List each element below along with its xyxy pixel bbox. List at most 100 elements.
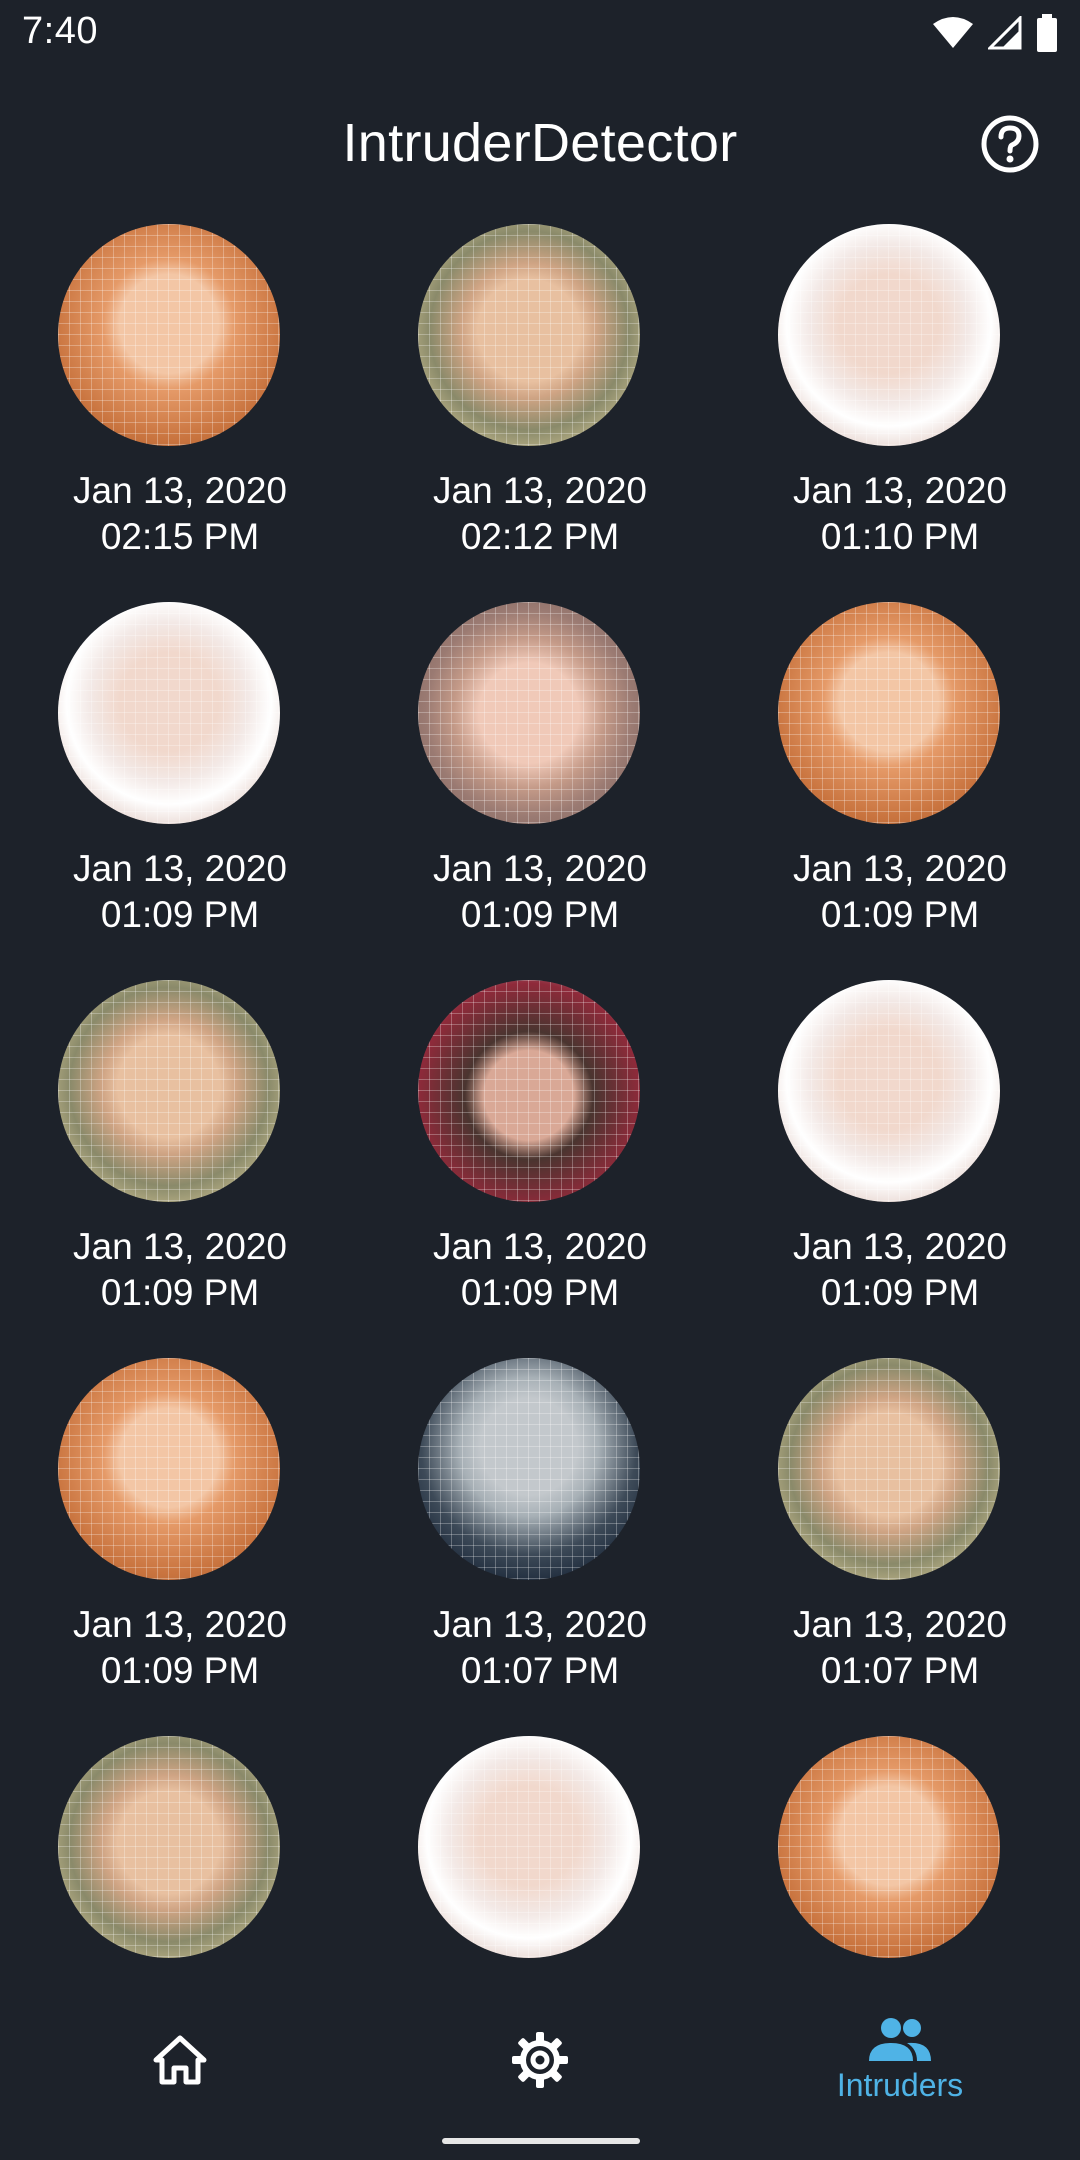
intruder-item[interactable] [0, 1734, 360, 1977]
pixelation-overlay [418, 980, 640, 1202]
intruder-date: Jan 13, 2020 [793, 470, 1007, 511]
intruder-timestamp: Jan 13, 2020 01:09 PM [0, 1224, 360, 1316]
pixelation-overlay [58, 980, 280, 1202]
intruder-date: Jan 13, 2020 [433, 848, 647, 889]
pixelation-overlay [418, 224, 640, 446]
intruder-photo[interactable] [418, 224, 640, 446]
pixelation-overlay [418, 1736, 640, 1958]
intruder-timestamp: Jan 13, 2020 01:09 PM [360, 1224, 720, 1316]
intruder-photo[interactable] [58, 1736, 280, 1958]
intruder-timestamp: Jan 13, 2020 01:09 PM [0, 846, 360, 938]
intruder-timestamp: Jan 13, 2020 01:07 PM [720, 1602, 1080, 1694]
help-circle-icon[interactable] [980, 114, 1040, 174]
pixelation-overlay [778, 980, 1000, 1202]
intruder-date: Jan 13, 2020 [73, 848, 287, 889]
wifi-icon [933, 17, 973, 48]
intruder-time: 01:09 PM [460, 894, 620, 935]
nav-intruders[interactable]: Intruders [720, 1980, 1080, 2140]
intruder-time: 01:09 PM [100, 1650, 260, 1691]
pixelation-overlay [58, 602, 280, 824]
intruder-time: 01:09 PM [820, 1272, 980, 1313]
battery-icon [1037, 14, 1057, 52]
intruder-timestamp: Jan 13, 2020 01:10 PM [720, 468, 1080, 560]
intruder-photo[interactable] [418, 1736, 640, 1958]
pixelation-overlay [418, 1358, 640, 1580]
pixelation-overlay [778, 224, 1000, 446]
intruder-date: Jan 13, 2020 [433, 1604, 647, 1645]
intruder-timestamp: Jan 13, 2020 01:07 PM [360, 1602, 720, 1694]
intruder-photo[interactable] [58, 602, 280, 824]
gear-icon [512, 2032, 568, 2088]
gesture-home-indicator[interactable] [442, 2138, 640, 2144]
intruder-timestamp: Jan 13, 2020 01:09 PM [0, 1602, 360, 1694]
nav-home[interactable] [0, 1980, 360, 2140]
intruder-item[interactable] [720, 1734, 1080, 1977]
pixelation-overlay [418, 602, 640, 824]
intruder-time: 02:12 PM [460, 516, 620, 557]
pixelation-overlay [778, 1358, 1000, 1580]
intruder-item[interactable]: Jan 13, 2020 02:12 PM [360, 222, 720, 602]
pixelation-overlay [778, 602, 1000, 824]
intruder-date: Jan 13, 2020 [73, 1226, 287, 1267]
intruder-photo[interactable] [58, 1358, 280, 1580]
intruder-time: 01:07 PM [460, 1650, 620, 1691]
intruder-photo[interactable] [778, 980, 1000, 1202]
intruder-item[interactable]: Jan 13, 2020 01:09 PM [360, 600, 720, 980]
intruder-photo[interactable] [418, 602, 640, 824]
intruder-date: Jan 13, 2020 [793, 848, 1007, 889]
intruder-timestamp: Jan 13, 2020 01:09 PM [720, 846, 1080, 938]
intruder-time: 02:15 PM [100, 516, 260, 557]
intruder-photo[interactable] [58, 224, 280, 446]
cellular-signal-icon [988, 16, 1022, 50]
intruder-item[interactable]: Jan 13, 2020 01:10 PM [720, 222, 1080, 602]
intruder-date: Jan 13, 2020 [73, 470, 287, 511]
intruder-photo[interactable] [58, 980, 280, 1202]
home-icon [153, 2035, 207, 2085]
intruder-timestamp: Jan 13, 2020 02:15 PM [0, 468, 360, 560]
intruder-item[interactable]: Jan 13, 2020 01:09 PM [0, 600, 360, 980]
intruder-date: Jan 13, 2020 [73, 1604, 287, 1645]
intruder-date: Jan 13, 2020 [433, 470, 647, 511]
status-icons [932, 14, 1058, 52]
nav-intruders-label: Intruders [836, 2066, 964, 2103]
intruder-timestamp: Jan 13, 2020 01:09 PM [360, 846, 720, 938]
app-title: IntruderDetector [342, 113, 738, 173]
intruder-photo[interactable] [778, 1736, 1000, 1958]
intruder-item[interactable]: Jan 13, 2020 01:09 PM [0, 978, 360, 1358]
intruder-photo[interactable] [418, 980, 640, 1202]
pixelation-overlay [778, 1736, 1000, 1958]
intruder-photo[interactable] [778, 224, 1000, 446]
pixelation-overlay [58, 224, 280, 446]
intruder-item[interactable]: Jan 13, 2020 01:09 PM [720, 600, 1080, 980]
status-bar: 7:40 [0, 0, 1080, 68]
intruder-item[interactable]: Jan 13, 2020 01:07 PM [360, 1356, 720, 1736]
intruder-time: 01:09 PM [460, 1272, 620, 1313]
intruder-photo[interactable] [778, 602, 1000, 824]
intruder-item[interactable] [360, 1734, 720, 1977]
bottom-navigation: Intruders [0, 1980, 1080, 2160]
intruder-timestamp: Jan 13, 2020 01:09 PM [720, 1224, 1080, 1316]
app-bar: IntruderDetector [0, 100, 1080, 190]
intruder-time: 01:07 PM [820, 1650, 980, 1691]
intruder-timestamp: Jan 13, 2020 02:12 PM [360, 468, 720, 560]
intruder-time: 01:09 PM [100, 894, 260, 935]
pixelation-overlay [58, 1358, 280, 1580]
intruder-time: 01:10 PM [820, 516, 980, 557]
intruder-photo[interactable] [418, 1358, 640, 1580]
intruder-time: 01:09 PM [820, 894, 980, 935]
nav-settings[interactable] [360, 1980, 720, 2140]
intruder-grid: Jan 13, 2020 02:15 PM Jan 13, 2020 02:12 PM… [0, 222, 1080, 1977]
pixelation-overlay [58, 1736, 280, 1958]
intruder-photo[interactable] [778, 1358, 1000, 1580]
intruder-date: Jan 13, 2020 [793, 1226, 1007, 1267]
intruder-item[interactable]: Jan 13, 2020 01:09 PM [720, 978, 1080, 1358]
intruder-date: Jan 13, 2020 [793, 1604, 1007, 1645]
intruder-item[interactable]: Jan 13, 2020 02:15 PM [0, 222, 360, 602]
intruder-item[interactable]: Jan 13, 2020 01:09 PM [360, 978, 720, 1358]
people-icon [869, 2017, 931, 2061]
intruder-item[interactable]: Jan 13, 2020 01:09 PM [0, 1356, 360, 1736]
intruder-time: 01:09 PM [100, 1272, 260, 1313]
intruder-date: Jan 13, 2020 [433, 1226, 647, 1267]
status-time: 7:40 [22, 10, 98, 52]
intruder-item[interactable]: Jan 13, 2020 01:07 PM [720, 1356, 1080, 1736]
